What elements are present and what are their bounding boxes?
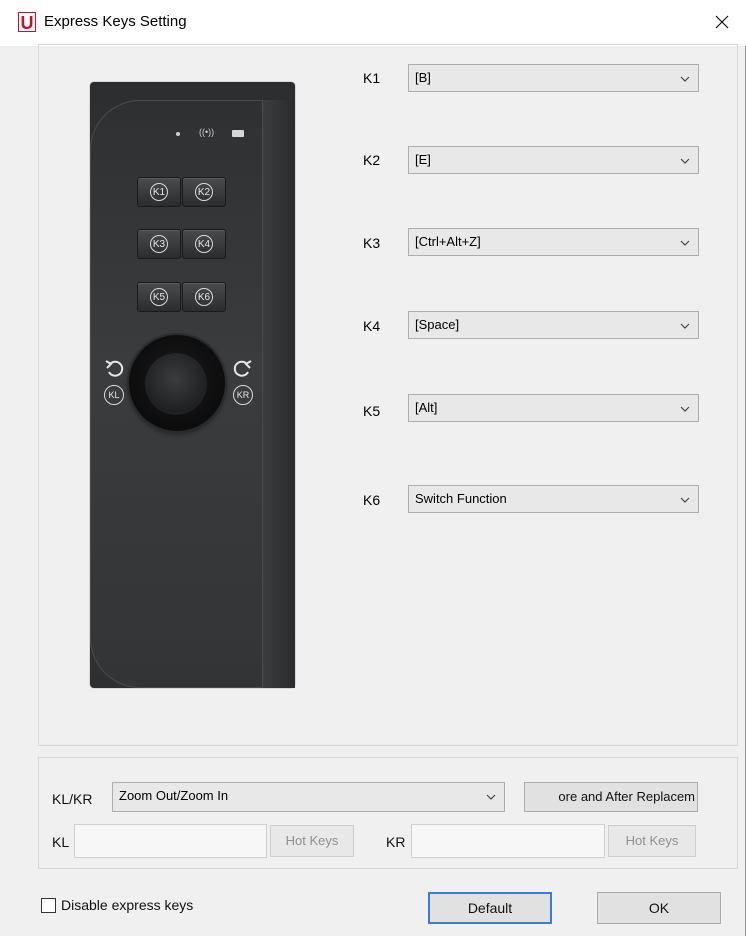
device-kl-label: KL	[104, 385, 124, 405]
disable-express-keys-label: Disable express keys	[61, 897, 194, 913]
k5-dropdown[interactable]: [Alt]	[408, 394, 699, 422]
battery-indicator-icon	[232, 130, 244, 137]
disable-express-keys-checkbox[interactable]	[41, 898, 56, 913]
rotate-ccw-icon	[105, 360, 124, 377]
kl-kr-value: Zoom Out/Zoom In	[119, 788, 229, 803]
kl-hot-keys-button[interactable]: Hot Keys	[270, 825, 354, 857]
kl-hotkey-input[interactable]	[74, 824, 267, 858]
device-key-label: K2	[195, 183, 213, 201]
k4-dropdown[interactable]: [Space]	[408, 311, 699, 339]
k6-label: K6	[363, 492, 381, 508]
device-key-k2: K2	[182, 177, 226, 207]
chevron-down-icon	[680, 158, 690, 164]
wireless-indicator-icon: ((•))	[199, 127, 215, 137]
express-keys-window: U Express Keys Setting ((•)) K1 K2 K3 K4…	[0, 0, 746, 936]
k1-label: K1	[363, 70, 381, 86]
window-title: Express Keys Setting	[44, 13, 187, 30]
k1-dropdown[interactable]: [B]	[408, 64, 699, 92]
device-key-label: K1	[150, 183, 168, 201]
device-key-label: K6	[195, 288, 213, 306]
k4-label: K4	[363, 318, 381, 334]
default-button[interactable]: Default	[428, 892, 552, 924]
k4-value: [Space]	[415, 317, 460, 332]
chevron-down-icon	[680, 323, 690, 329]
k6-dropdown[interactable]: Switch Function	[408, 485, 699, 513]
device-key-k6: K6	[182, 282, 226, 312]
chevron-down-icon	[486, 794, 496, 800]
device-key-label: K3	[150, 235, 168, 253]
chevron-down-icon	[680, 406, 690, 412]
device-key-k4: K4	[182, 229, 226, 259]
close-button[interactable]	[708, 8, 736, 36]
device-key-label: K4	[195, 235, 213, 253]
ok-button[interactable]: OK	[597, 892, 721, 924]
rotate-cw-icon	[233, 360, 252, 377]
k2-value: [E]	[415, 152, 431, 167]
device-key-k3: K3	[137, 229, 181, 259]
before-after-replacement-button[interactable]: ore and After Replacem	[524, 782, 698, 812]
power-indicator-icon	[176, 132, 180, 136]
kr-hot-keys-button[interactable]: Hot Keys	[608, 825, 696, 857]
k3-dropdown[interactable]: [Ctrl+Alt+Z]	[408, 228, 699, 256]
k5-value: [Alt]	[415, 400, 438, 415]
kl-field-label: KL	[52, 834, 70, 850]
device-kr-label: KR	[233, 385, 253, 405]
close-icon	[715, 15, 729, 29]
chevron-down-icon	[680, 240, 690, 246]
k2-dropdown[interactable]: [E]	[408, 146, 699, 174]
chevron-down-icon	[680, 76, 690, 82]
k3-value: [Ctrl+Alt+Z]	[415, 234, 481, 249]
before-after-button-label: ore and After Replacem	[558, 789, 695, 804]
k5-label: K5	[363, 403, 381, 419]
kl-kr-dropdown[interactable]: Zoom Out/Zoom In	[112, 782, 505, 812]
device-dial-center	[145, 353, 207, 415]
device-key-label: K5	[150, 288, 168, 306]
title-bar: U Express Keys Setting	[0, 0, 746, 46]
k2-label: K2	[363, 152, 381, 168]
k3-label: K3	[363, 235, 381, 251]
kl-kr-label: KL/KR	[52, 791, 93, 807]
device-key-k5: K5	[137, 282, 181, 312]
chevron-down-icon	[680, 497, 690, 503]
k1-value: [B]	[415, 70, 431, 85]
k6-value: Switch Function	[415, 491, 507, 506]
kr-field-label: KR	[386, 834, 406, 850]
kr-hotkey-input[interactable]	[411, 824, 605, 858]
device-side-panel	[263, 100, 295, 688]
device-key-k1: K1	[137, 177, 181, 207]
app-logo-icon: U	[18, 12, 36, 33]
